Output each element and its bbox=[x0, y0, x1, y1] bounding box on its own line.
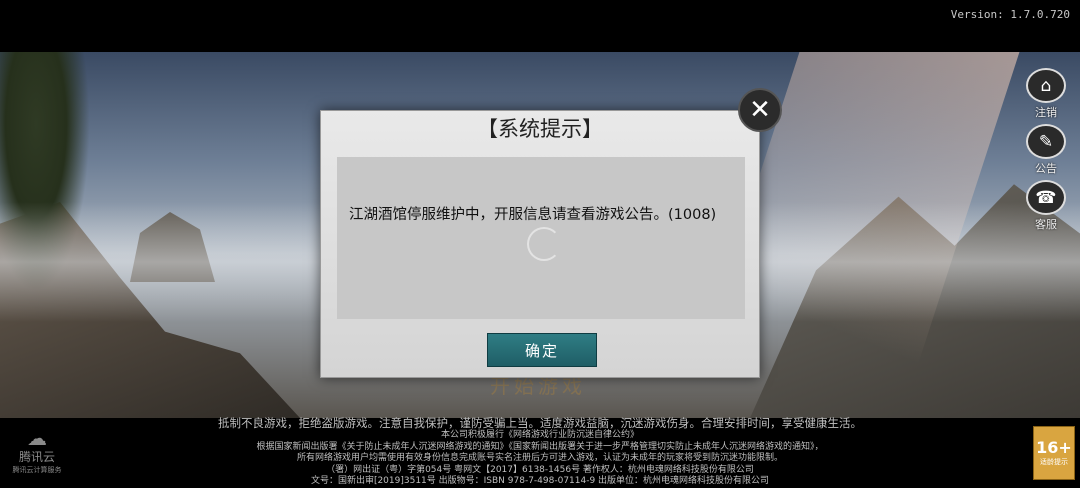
cloud-icon: ☁ bbox=[27, 426, 47, 450]
footer-line-1: 抵制不良游戏，拒绝盗版游戏。注意自我保护，谨防受骗上当。适度游戏益脑，沉迷游戏伤… bbox=[218, 416, 862, 430]
customer-service-icon: ☎ bbox=[1026, 180, 1066, 215]
customer-service-button[interactable]: ☎ 客服 bbox=[1026, 180, 1066, 232]
tencent-cloud-logo: ☁ 腾讯云 腾讯云计算服务 bbox=[8, 428, 66, 475]
dialog-content: 江湖酒馆停服维护中，开服信息请查看游戏公告。(1008) bbox=[337, 157, 745, 319]
footer-line-4: 所有网络游戏用户均需使用有效身份信息完成账号实名注册后方可进入游戏，认证为未成年… bbox=[296, 453, 783, 463]
system-dialog: 【系统提示】 江湖酒馆停服维护中，开服信息请查看游戏公告。(1008) 确定 bbox=[320, 110, 760, 378]
age-rating-value: 16+ bbox=[1036, 438, 1072, 457]
ok-button[interactable]: 确定 bbox=[487, 333, 597, 367]
dialog-message: 江湖酒馆停服维护中，开服信息请查看游戏公告。(1008) bbox=[349, 207, 717, 223]
cloud-logo-sub: 腾讯云计算服务 bbox=[12, 466, 62, 474]
logout-button[interactable]: ⌂ 注销 bbox=[1026, 68, 1066, 120]
close-icon[interactable]: ✕ bbox=[738, 88, 782, 132]
customer-service-label: 客服 bbox=[1035, 218, 1057, 231]
version-label: Version: 1.7.0.720 bbox=[950, 8, 1070, 21]
dialog-title: 【系统提示】 bbox=[477, 117, 603, 141]
announcement-label: 公告 bbox=[1035, 162, 1057, 175]
age-rating-label: 适龄提示 bbox=[1040, 458, 1068, 466]
footer-line-3: 根据国家新闻出版署《关于防止未成年人沉迷网络游戏的通知》《国家新闻出版署关于进一… bbox=[256, 441, 824, 452]
cloud-logo-name: 腾讯云 bbox=[18, 450, 55, 464]
logout-icon: ⌂ bbox=[1026, 68, 1066, 103]
footer-notice: 抵制不良游戏，拒绝盗版游戏。注意自我保护，谨防受骗上当。适度游戏益脑，沉迷游戏伤… bbox=[0, 416, 1080, 488]
footer-line-5: （署）网出证（粤）字第054号 粤网文【2017】6138-1456号 著作权人… bbox=[326, 464, 754, 475]
announcement-button[interactable]: ✎ 公告 bbox=[1026, 124, 1066, 176]
announcement-icon: ✎ bbox=[1026, 124, 1066, 159]
logout-label: 注销 bbox=[1035, 106, 1057, 119]
footer-line-2: 本公司积极履行《网络游戏行业防沉迷自律公约》 bbox=[440, 430, 639, 440]
age-rating-badge[interactable]: 16+ 适龄提示 bbox=[1033, 426, 1075, 480]
loading-spinner-icon bbox=[527, 227, 561, 261]
